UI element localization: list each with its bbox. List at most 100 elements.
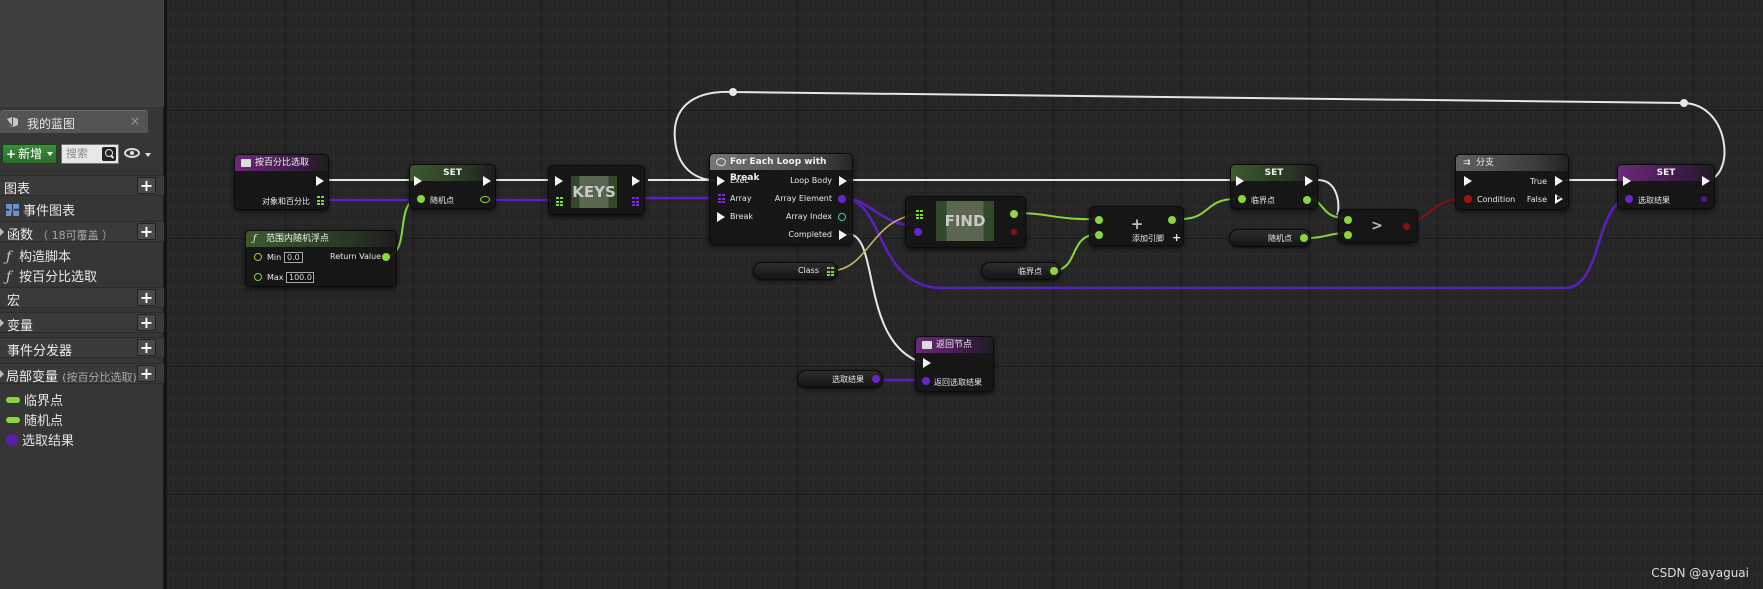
return-icon [922, 341, 932, 349]
value-in-pin[interactable] [417, 195, 425, 203]
exec-wire [847, 233, 921, 363]
class-out-pin[interactable] [827, 267, 834, 276]
return-node[interactable]: 返回节点 返回选取结果 [915, 336, 994, 392]
result-out-pin[interactable] [1168, 216, 1176, 224]
pin-label: Exec [730, 176, 749, 185]
add-pin-plus-icon[interactable]: + [1172, 231, 1181, 244]
b-in-pin[interactable] [1095, 231, 1103, 239]
wire-layer [324, 88, 1726, 382]
value-out-pin[interactable] [1050, 267, 1058, 275]
map-find-node[interactable]: FIND [905, 196, 1026, 248]
greater-than-node[interactable]: > [1338, 209, 1418, 243]
pin-label: Condition [1477, 195, 1516, 204]
exec-in-pin[interactable] [414, 176, 422, 186]
variable-label: Class [797, 266, 819, 275]
condition-pin[interactable] [1464, 195, 1472, 203]
variable-label: 随机点 [1268, 234, 1292, 243]
set-variable-node[interactable]: SET 随机点 [409, 164, 496, 209]
pin-label: Completed [788, 230, 832, 239]
value-out-pin[interactable] [1701, 196, 1707, 202]
false-exec-pin[interactable] [1555, 194, 1563, 204]
watermark: CSDN @ayaguai [1651, 566, 1749, 580]
a-in-pin[interactable] [1095, 216, 1103, 224]
pin-label: Max [267, 273, 284, 282]
exec-in-pin[interactable] [923, 358, 931, 368]
exec-out-pin[interactable] [1305, 176, 1313, 186]
result-in-pin[interactable] [922, 377, 930, 385]
result-variable-getter[interactable]: 选取结果 [797, 370, 883, 388]
node-title: SET [1656, 168, 1676, 178]
exec-out-pin[interactable] [1702, 176, 1710, 186]
map-keys-node[interactable]: KEYS [548, 165, 645, 215]
for-each-loop-with-break-node[interactable]: For Each Loop with Break Exec Array Brea… [709, 153, 853, 245]
pin-label: 选取结果 [1638, 196, 1670, 205]
break-exec-pin[interactable] [717, 212, 725, 222]
exec-wire [1317, 179, 1340, 216]
set-variable-node[interactable]: SET 选取结果 [1617, 164, 1715, 209]
random-point-variable-getter[interactable]: 随机点 [1229, 229, 1311, 247]
array-element-pin[interactable] [838, 195, 846, 203]
bool-out-pin[interactable] [1403, 223, 1410, 230]
max-pin[interactable] [254, 273, 262, 281]
pin-label: Array Index [785, 212, 832, 221]
array-pin[interactable] [317, 196, 324, 205]
value-out-pin[interactable] [1300, 234, 1308, 242]
array-index-pin[interactable] [838, 213, 846, 221]
keys-out-pin[interactable] [632, 197, 639, 206]
node-title: > [1371, 218, 1383, 234]
return-value-pin[interactable] [382, 253, 390, 261]
value-out-pin[interactable] [480, 196, 490, 203]
exec-out-pin[interactable] [483, 176, 491, 186]
class-variable-getter[interactable]: Class [753, 262, 838, 280]
pin-label: Loop Body [790, 176, 832, 185]
exec-out-pin[interactable] [316, 176, 324, 186]
found-out-pin[interactable] [1011, 229, 1017, 235]
node-title: SET [1264, 168, 1284, 178]
node-title: 范围内随机浮点 [266, 234, 330, 244]
set-variable-node[interactable]: SET 临界点 [1230, 164, 1318, 209]
min-value-field[interactable]: 0.0 [284, 252, 303, 263]
value-in-pin[interactable] [1238, 195, 1246, 203]
completed-pin[interactable] [839, 230, 847, 240]
a-in-pin[interactable] [1344, 216, 1352, 224]
node-title: SET [443, 168, 462, 178]
map-in-pin[interactable] [556, 197, 563, 206]
exec-in-pin[interactable] [1623, 176, 1631, 186]
pin-label: Array [730, 194, 752, 203]
pin-label: 返回选取结果 [934, 378, 982, 387]
function-icon: ƒ [253, 234, 257, 244]
b-in-pin[interactable] [1344, 231, 1352, 239]
add-float-node[interactable]: + 添加引脚 + [1089, 206, 1184, 246]
key-in-pin[interactable] [914, 228, 922, 236]
value-out-pin[interactable] [1303, 196, 1311, 204]
branch-icon: ⇉ [1463, 158, 1471, 168]
map-in-pin[interactable] [916, 210, 923, 219]
add-pin-label[interactable]: 添加引脚 [1132, 233, 1164, 244]
value-out-pin[interactable] [872, 375, 880, 383]
pin-label: False [1526, 195, 1547, 204]
function-entry-icon [241, 159, 251, 167]
pin-label: Break [730, 212, 754, 221]
float-wire [1014, 212, 1099, 221]
value-out-pin[interactable] [1010, 210, 1018, 218]
value-in-pin[interactable] [1625, 195, 1633, 203]
array-in-pin[interactable] [718, 194, 725, 203]
node-header: For Each Loop with Break [710, 154, 852, 183]
exec-in-pin[interactable] [555, 176, 563, 186]
node-title: KEYS [571, 176, 617, 208]
true-exec-pin[interactable] [1555, 176, 1563, 186]
variable-label: 临界点 [1018, 267, 1042, 276]
threshold-variable-getter[interactable]: 临界点 [981, 262, 1061, 280]
node-header: 按百分比选取 [235, 155, 328, 171]
random-float-in-range-node[interactable]: ƒ 范围内随机浮点 Min 0.0 Max 100.0 Return Value [245, 230, 397, 287]
min-pin[interactable] [254, 253, 262, 261]
max-value-field[interactable]: 100.0 [286, 272, 314, 283]
loop-icon [716, 158, 726, 166]
exec-in-pin[interactable] [717, 176, 725, 186]
branch-node[interactable]: ⇉ 分支 Condition True False [1455, 154, 1569, 210]
exec-in-pin[interactable] [1236, 176, 1244, 186]
exec-out-pin[interactable] [632, 176, 640, 186]
loop-body-pin[interactable] [839, 176, 847, 186]
exec-in-pin[interactable] [1464, 176, 1472, 186]
function-entry-node[interactable]: 按百分比选取 对象和百分比 [234, 154, 329, 210]
